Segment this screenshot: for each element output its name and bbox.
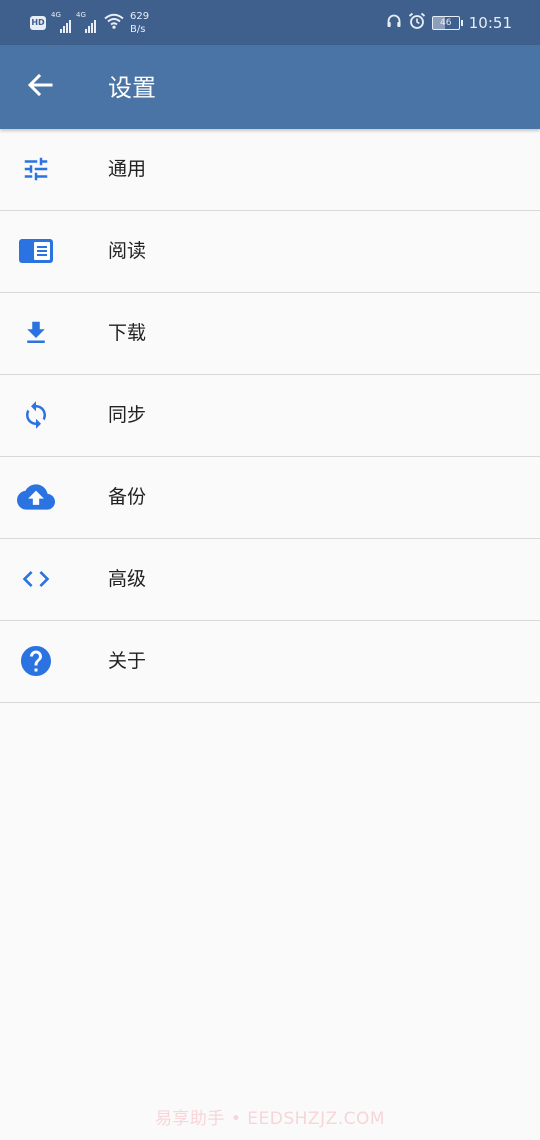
book-open-icon [16,231,56,271]
headphone-icon [386,13,402,33]
settings-menu: 通用 阅读 下载 同步 备份 高级 关于 [0,129,540,703]
menu-item-label: 备份 [108,486,147,508]
speed-unit: B/s [130,23,146,35]
menu-item-label: 关于 [108,650,147,672]
menu-item-advanced[interactable]: 高级 [0,539,540,621]
menu-item-reading[interactable]: 阅读 [0,211,540,293]
tune-icon [16,149,56,189]
watermark: 易享助手 • EEDSHZJZ.COM [154,1109,386,1129]
app-bar: 设置 [0,45,540,129]
alarm-icon [408,12,426,34]
speed-value: 629 [130,10,150,22]
menu-item-about[interactable]: 关于 [0,621,540,703]
back-button[interactable] [22,69,58,105]
status-right: 46 10:51 [386,0,512,45]
battery-icon: 46 [431,15,463,30]
code-icon [16,559,56,599]
menu-item-general[interactable]: 通用 [0,129,540,211]
signal-icon: 4G [76,10,96,33]
signal-icon: 4G [51,10,71,33]
network-type: 4G [76,10,86,19]
menu-item-label: 通用 [108,158,147,180]
menu-item-label: 同步 [108,404,147,426]
help-circle-icon [16,641,56,681]
hd-icon: HD [30,15,46,30]
menu-item-download[interactable]: 下载 [0,293,540,375]
menu-item-sync[interactable]: 同步 [0,375,540,457]
wifi-icon [104,13,124,33]
menu-item-label: 高级 [108,568,147,590]
status-time: 10:51 [468,13,512,32]
menu-item-backup[interactable]: 备份 [0,457,540,539]
cloud-upload-icon [16,477,56,517]
status-left: HD 4G 4G 629 B/s [30,0,149,45]
status-bar: HD 4G 4G 629 B/s 46 10:51 [0,0,540,45]
arrow-left-icon [26,71,54,103]
battery-level: 46 [440,17,452,28]
network-type: 4G [51,10,61,19]
page-title: 设置 [108,74,156,102]
menu-item-label: 下载 [108,322,147,344]
sync-icon [16,395,56,435]
download-icon [16,313,56,353]
network-speed: 629 B/s [130,10,149,36]
menu-item-label: 阅读 [108,240,147,262]
